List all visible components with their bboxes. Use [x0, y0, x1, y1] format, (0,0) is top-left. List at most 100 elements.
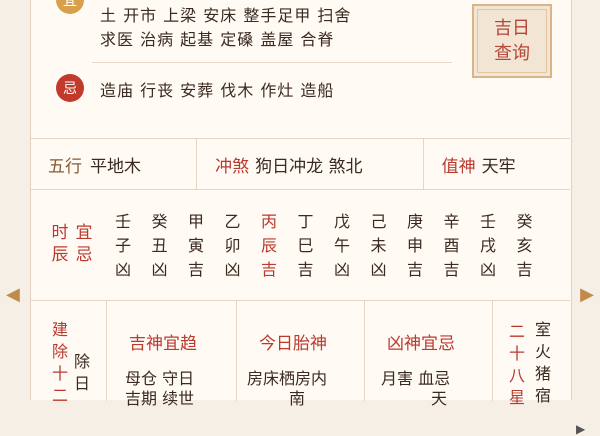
hour-zhi: 巳 — [297, 236, 314, 255]
hour-gan: 乙 — [224, 212, 241, 231]
hour-column[interactable]: 乙卯凶 — [222, 210, 244, 282]
jishen-cell: 吉神宜趋 母仓 守日 吉期 续世 — [106, 301, 237, 408]
wuxing-label: 五行 — [48, 156, 82, 177]
hour-column[interactable]: 丙辰吉 — [258, 210, 280, 282]
hour-zhi: 午 — [333, 236, 350, 255]
wuxing-cell: 五行 平地木 — [30, 139, 196, 189]
hours-next-icon[interactable]: ▶ — [576, 422, 585, 436]
hour-zhi: 亥 — [516, 236, 533, 255]
xiu-char: 八 — [508, 366, 525, 385]
xiu-char: 宿 — [534, 386, 551, 405]
hour-jx: 凶 — [479, 260, 496, 279]
hour-column[interactable]: 丁巳吉 — [295, 210, 317, 282]
hours-label-char: 忌 — [75, 245, 93, 265]
xiu-char: 火 — [534, 342, 551, 361]
xiu-char: 二 — [508, 322, 525, 341]
hour-jx: 吉 — [406, 260, 423, 279]
hours-label-char: 时 — [51, 223, 69, 243]
hour-column[interactable]: 甲寅吉 — [185, 210, 207, 282]
hour-column[interactable]: 戊午凶 — [331, 210, 353, 282]
jishen-title: 吉神宜趋 — [129, 334, 197, 354]
hour-zhi: 卯 — [224, 236, 241, 255]
hour-column[interactable]: 己未凶 — [368, 210, 390, 282]
jianchu-col1: 建 除 十 二 — [50, 319, 70, 407]
hour-gan: 癸 — [151, 212, 168, 231]
hour-gan: 甲 — [187, 212, 204, 231]
hours-label-col1: 时 辰 — [48, 222, 72, 266]
taishen-text: 房床栖房内 — [247, 369, 328, 388]
hour-zhi: 寅 — [187, 236, 204, 255]
chongsha-cell: 冲煞 狗日冲龙 煞北 — [196, 139, 422, 189]
hour-jx: 凶 — [333, 260, 350, 279]
next-day-arrow-icon[interactable]: ▶ — [580, 284, 594, 305]
jianchu-char: 除 — [73, 352, 90, 371]
hour-gan: 丁 — [297, 212, 314, 231]
hour-jx: 吉 — [516, 260, 533, 279]
hour-jx: 凶 — [224, 260, 241, 279]
hour-jx: 吉 — [187, 260, 204, 279]
taishen-cell: 今日胎神 房床栖房内 南 — [236, 301, 365, 408]
hour-gan: 戊 — [333, 212, 350, 231]
hour-gan: 癸 — [516, 212, 533, 231]
auspicious-day-query-button[interactable]: 吉日 查询 — [472, 4, 552, 78]
xiongshen-text-2: 天 — [431, 389, 448, 408]
hour-zhi: 未 — [370, 236, 387, 255]
xiongshen-title: 凶神宜忌 — [387, 334, 455, 354]
hours-label-char: 辰 — [51, 245, 69, 265]
hours-label-char: 宜 — [75, 223, 93, 243]
hour-jx: 凶 — [151, 260, 168, 279]
jianchu-char: 十 — [51, 364, 68, 383]
yi-ji-divider — [92, 62, 452, 63]
ji-badge: 忌 — [56, 74, 84, 102]
jianchu-char: 二 — [51, 386, 68, 405]
zhishen-label: 值神 — [441, 156, 476, 177]
hour-gan: 庚 — [406, 212, 423, 231]
hour-gan: 丙 — [260, 212, 277, 231]
xiu-char: 室 — [534, 320, 551, 339]
hour-column[interactable]: 辛酉吉 — [441, 210, 463, 282]
hour-jx: 吉 — [443, 260, 460, 279]
hour-column[interactable]: 壬戌凶 — [477, 210, 499, 282]
hour-gan: 壬 — [479, 212, 496, 231]
hours-label: 时 辰 宜 忌 — [48, 222, 96, 266]
hour-zhi: 酉 — [443, 236, 460, 255]
xiu-cell: 二 十 八 星 室 火 猪 宿 — [492, 301, 571, 407]
hour-zhi: 申 — [406, 236, 423, 255]
hour-jx: 吉 — [297, 260, 314, 279]
hour-jx: 凶 — [114, 260, 131, 279]
query-button-line2: 查询 — [494, 43, 530, 64]
xiongshen-cell: 凶神宜忌 月害 血忌 天 — [364, 301, 493, 408]
hours-label-col2: 宜 忌 — [72, 222, 96, 266]
hour-column[interactable]: 癸丑凶 — [149, 210, 171, 282]
hour-column[interactable]: 庚申吉 — [404, 210, 426, 282]
xiu-char: 十 — [508, 344, 525, 363]
jianchu-char: 日 — [73, 374, 90, 393]
zhishen-value: 天牢 — [481, 156, 516, 177]
hour-gan: 己 — [370, 212, 387, 231]
hour-column[interactable]: 壬子凶 — [112, 210, 134, 282]
hour-gan: 壬 — [114, 212, 131, 231]
yi-activities-line1: 土 开市 上梁 安床 整手足甲 扫舍 — [100, 6, 352, 25]
hour-jx: 吉 — [260, 260, 277, 279]
chongsha-label: 冲煞 — [215, 156, 250, 177]
hour-column[interactable]: 癸亥吉 — [514, 210, 536, 282]
ji-activities: 造庙 行丧 安葬 伐木 作灶 造船 — [100, 81, 335, 100]
taishen-text-2: 南 — [289, 389, 306, 408]
xiu-char: 猪 — [534, 364, 551, 383]
jianchu-char: 建 — [51, 320, 68, 339]
hour-zhi: 戌 — [479, 236, 496, 255]
jianchu-char: 除 — [51, 342, 68, 361]
xiu-char: 星 — [508, 388, 525, 407]
taishen-title: 今日胎神 — [259, 334, 327, 354]
wuxing-value: 平地木 — [90, 156, 141, 177]
chongsha-value: 狗日冲龙 煞北 — [255, 156, 363, 177]
hour-zhi: 辰 — [260, 236, 277, 255]
info-row: 五行 平地木 冲煞 狗日冲龙 煞北 值神 天牢 — [30, 138, 570, 190]
hour-zhi: 丑 — [151, 236, 168, 255]
zhishen-cell: 值神 天牢 — [422, 139, 570, 189]
yi-activities-line2: 求医 治病 起基 定磉 盖屋 合脊 — [100, 30, 335, 49]
prev-day-arrow-icon[interactable]: ◀ — [6, 284, 20, 305]
jianchu-col2: 除 日 — [72, 351, 92, 395]
bottom-section: 建 除 十 二 除 日 吉神宜趋 母仓 守日 吉期 续世 今日胎神 房床栖房内 … — [30, 300, 571, 408]
xiu-col1: 二 十 八 星 — [507, 321, 527, 409]
